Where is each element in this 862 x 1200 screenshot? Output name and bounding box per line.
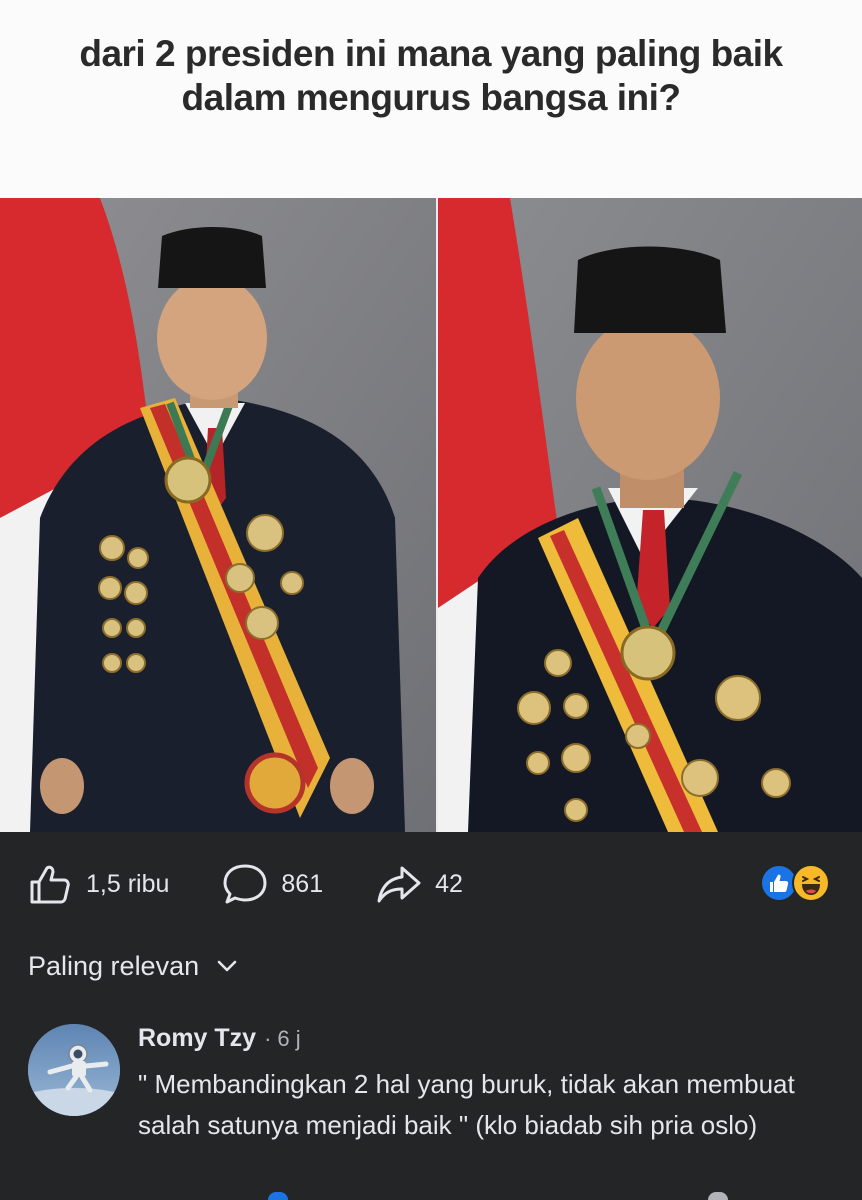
portrait-left-illustration bbox=[0, 198, 436, 832]
comment-body: Romy Tzy · 6 j " Membandingkan 2 hal yan… bbox=[138, 1024, 838, 1146]
comment-text: " Membandingkan 2 hal yang buruk, tidak … bbox=[138, 1069, 795, 1140]
like-button[interactable]: 1,5 ribu bbox=[26, 860, 169, 908]
comment-count: 861 bbox=[281, 869, 324, 898]
post-caption: dari 2 presiden ini mana yang paling bai… bbox=[79, 33, 783, 118]
thumbs-up-icon bbox=[26, 860, 74, 908]
speech-bubble-icon bbox=[221, 860, 269, 908]
sort-label: Paling relevan bbox=[28, 950, 200, 981]
post-image[interactable] bbox=[0, 198, 862, 832]
meta-separator: · bbox=[264, 1026, 272, 1051]
comment-timestamp[interactable]: 6 j bbox=[277, 1026, 300, 1052]
haha-reaction-icon bbox=[792, 864, 830, 902]
reaction-summary[interactable] bbox=[760, 864, 836, 904]
like-count: 1,5 ribu bbox=[86, 869, 170, 898]
share-arrow-icon bbox=[375, 860, 423, 908]
partial-like-icon bbox=[268, 1192, 288, 1200]
post-caption-area: dari 2 presiden ini mana yang paling bai… bbox=[0, 0, 862, 198]
portrait-left[interactable] bbox=[0, 198, 436, 832]
post-actions-bar: 1,5 ribu 861 42 bbox=[0, 832, 862, 936]
comment-author[interactable]: Romy Tzy bbox=[138, 1024, 256, 1053]
comment-sort-selector[interactable]: Paling relevan bbox=[28, 946, 239, 986]
partial-reply-icon bbox=[708, 1192, 728, 1200]
share-button[interactable]: 42 bbox=[375, 860, 463, 908]
portrait-right[interactable] bbox=[438, 198, 862, 832]
share-count: 42 bbox=[435, 869, 463, 898]
astronaut-avatar-image bbox=[28, 1024, 120, 1116]
avatar[interactable] bbox=[28, 1024, 120, 1116]
comment-meta: Romy Tzy · 6 j bbox=[138, 1024, 838, 1060]
comment-button[interactable]: 861 bbox=[221, 860, 323, 908]
chevron-down-icon bbox=[217, 960, 237, 972]
portrait-right-illustration bbox=[438, 198, 862, 832]
